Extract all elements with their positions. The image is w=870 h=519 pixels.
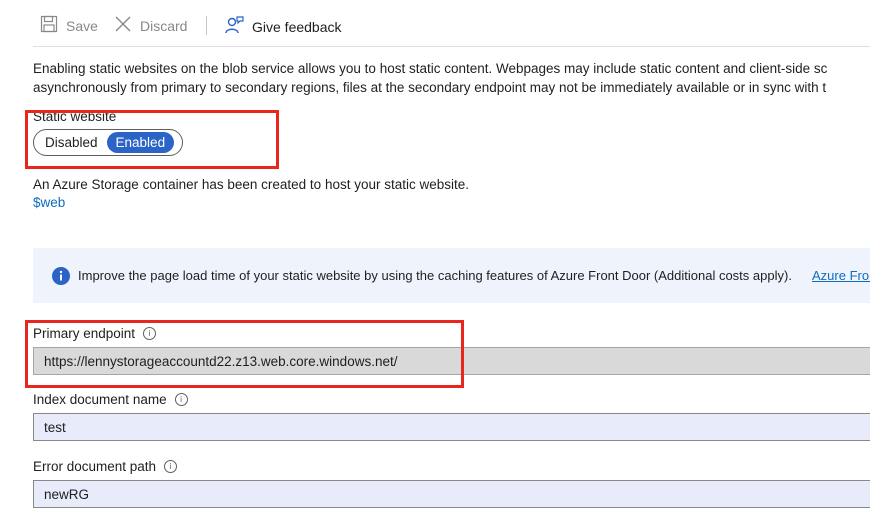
error-document-input[interactable]: newRG [33,480,870,508]
save-label: Save [66,17,98,34]
discard-button[interactable]: Discard [114,15,187,36]
error-document-value: newRG [44,486,90,502]
description-line-1: Enabling static websites on the blob ser… [33,61,828,76]
highlight-box-static-website [25,110,279,169]
index-document-label-row: Index document name i [33,392,188,407]
web-container-link[interactable]: $web [33,193,65,212]
index-document-label: Index document name [33,392,167,407]
give-feedback-button[interactable]: Give feedback [224,15,342,38]
info-banner: Improve the page load time of your stati… [33,248,870,303]
discard-icon [114,15,132,36]
highlight-box-primary-endpoint [25,320,464,388]
discard-label: Discard [140,17,188,34]
info-banner-text: Improve the page load time of your stati… [78,268,792,283]
save-icon [40,15,58,36]
index-document-input[interactable]: test [33,413,870,441]
description-line-2: asynchronously from primary to secondary… [33,80,827,95]
info-tooltip-icon[interactable]: i [164,460,178,473]
container-note: An Azure Storage container has been crea… [33,177,470,192]
index-document-value: test [44,419,66,435]
azure-front-door-link[interactable]: Azure Fron [812,266,870,285]
info-tooltip-icon[interactable]: i [174,393,188,406]
error-document-label: Error document path [33,459,157,474]
save-button[interactable]: Save [40,15,98,36]
toolbar-divider [206,16,207,35]
feedback-label: Give feedback [252,18,342,35]
info-icon [52,267,70,290]
error-document-label-row: Error document path i [33,459,178,474]
toolbar-separator [33,46,870,47]
feedback-person-icon [224,15,244,38]
